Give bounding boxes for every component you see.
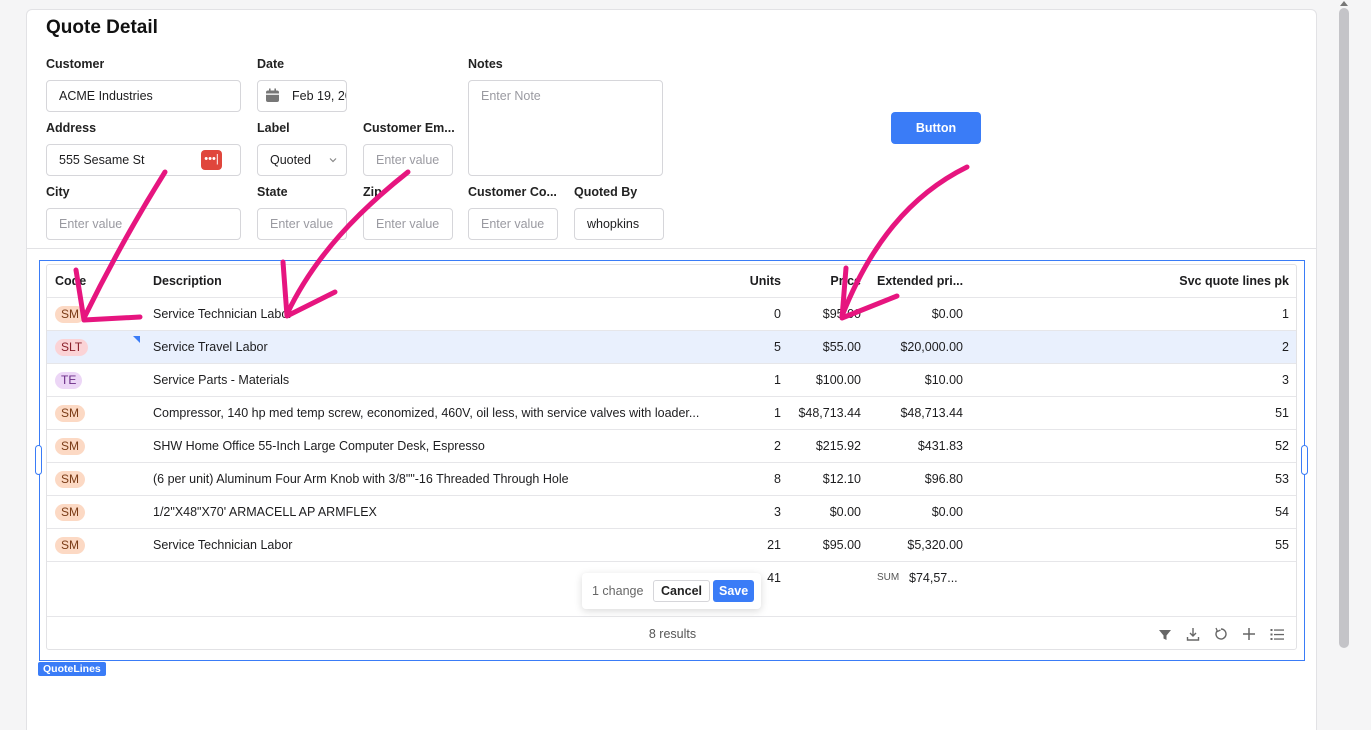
annotation-arrow-code <box>81 169 168 321</box>
annotation-arrow-description <box>284 169 411 317</box>
annotation-arrows <box>73 164 970 323</box>
page: Quote Detail Customer ACME Industries Da… <box>0 0 1371 730</box>
annotation-arrow-price <box>839 164 970 319</box>
